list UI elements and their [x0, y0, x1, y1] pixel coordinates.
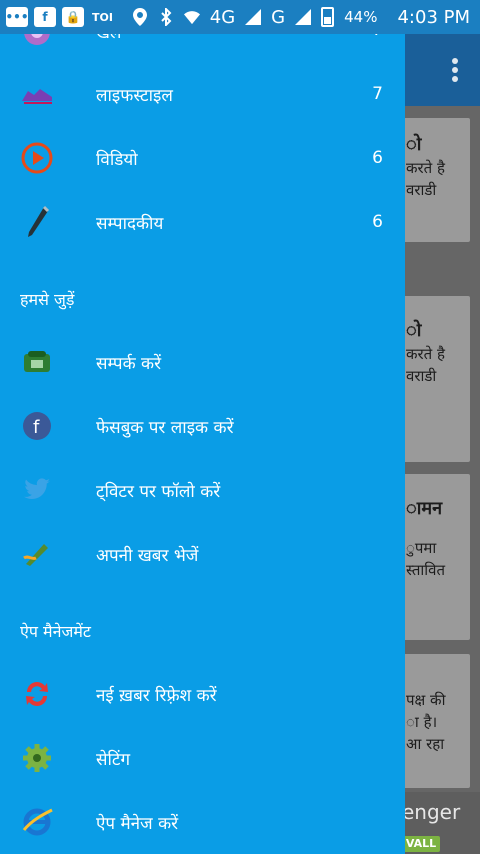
- footer-banner: enger VALL: [396, 792, 480, 854]
- facebook-notification-icon: f: [34, 7, 56, 27]
- navigation-drawer: खेल 7 लाइफस्टाइल 7 विडियो 6 सम्पादकीय 6 …: [0, 0, 405, 854]
- drawer-item-facebook[interactable]: f फेसबुक पर लाइक करें: [0, 398, 405, 454]
- news-card[interactable]: ामन ुपमा स्तावित: [396, 474, 470, 640]
- news-card[interactable]: ो करते है वराडी: [396, 118, 470, 242]
- drawer-item-settings[interactable]: सेटिंग: [0, 730, 405, 786]
- section-header-app-management: ऐप मैनेजमेंट: [20, 622, 91, 641]
- network-4g-label: 4G: [209, 6, 236, 28]
- section-header-connect: हमसे जुड़ें: [20, 290, 75, 309]
- battery-percent: 44%: [344, 8, 378, 26]
- clock: 4:03 PM: [397, 6, 470, 28]
- location-icon: [132, 8, 148, 26]
- drawer-item-twitter[interactable]: ट्विटर पर फॉलो करें: [0, 462, 405, 518]
- drawer-item-contact[interactable]: सम्पर्क करें: [0, 334, 405, 390]
- drawer-item-refresh[interactable]: नई ख़बर रिफ़्रेश करें: [0, 666, 405, 722]
- overflow-menu-icon[interactable]: [452, 58, 458, 82]
- status-bar: ••• f 🔒 TOI 4G G 44% 4:03 PM: [0, 0, 480, 34]
- drawer-item-send-news[interactable]: अपनी खबर भेजें: [0, 526, 405, 582]
- drawer-item-lifestyle[interactable]: लाइफस्टाइल 7: [0, 66, 405, 122]
- twitter-icon: [20, 473, 54, 507]
- gear-icon: [20, 741, 54, 775]
- telephone-icon: [20, 345, 54, 379]
- video-play-icon: [20, 141, 54, 175]
- lock-notification-icon: 🔒: [62, 7, 84, 27]
- refresh-icon: [20, 677, 54, 711]
- network-g-label: G: [271, 6, 286, 28]
- wifi-icon: [183, 8, 200, 26]
- drawer-item-video[interactable]: विडियो 6: [0, 130, 405, 186]
- signal-icon: [245, 8, 262, 26]
- drawer-item-editorial[interactable]: सम्पादकीय 6: [0, 194, 405, 250]
- manage-app-icon: [20, 805, 54, 839]
- facebook-icon: f: [20, 409, 54, 443]
- chat-notification-icon: •••: [6, 7, 29, 27]
- news-card[interactable]: पक्ष की ा है। आ रहा: [396, 654, 470, 788]
- lifestyle-shoe-icon: [20, 77, 54, 111]
- bluetooth-icon: [158, 8, 174, 26]
- news-card[interactable]: ो करते है वराडी: [396, 296, 470, 462]
- svg-text:f: f: [33, 417, 40, 438]
- write-news-icon: [20, 537, 54, 571]
- toi-notification-label: TOI: [92, 10, 113, 24]
- battery-icon: [321, 7, 335, 27]
- signal-icon-2: [295, 8, 312, 26]
- pen-icon: [20, 205, 54, 239]
- drawer-item-manage-app[interactable]: ऐप मैनेज करें: [0, 794, 405, 850]
- view-all-button[interactable]: VALL: [402, 836, 440, 852]
